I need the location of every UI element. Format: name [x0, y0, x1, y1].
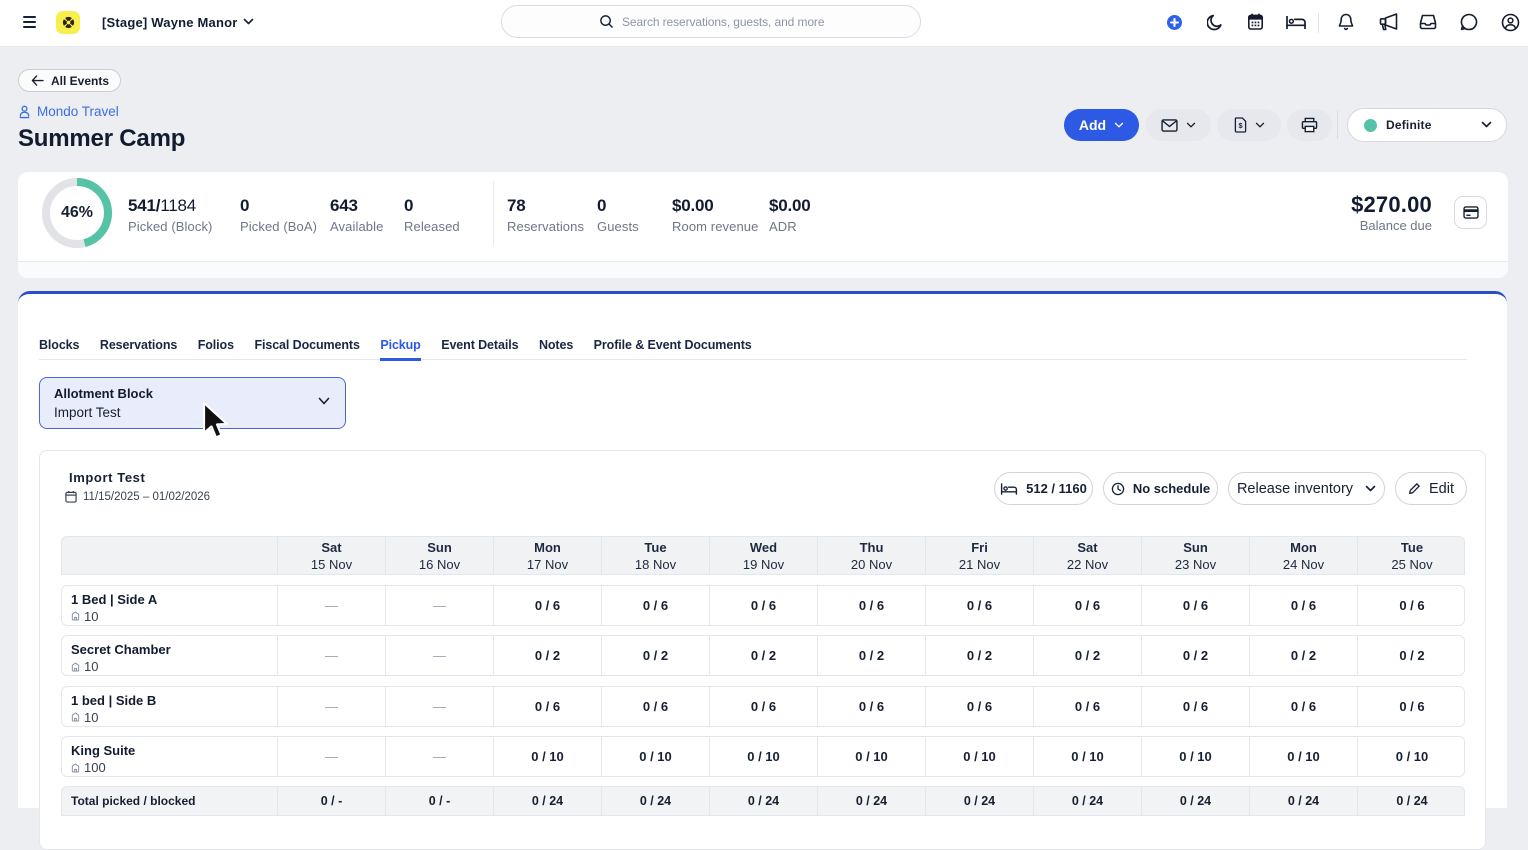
svg-text:$: $	[1238, 121, 1243, 130]
